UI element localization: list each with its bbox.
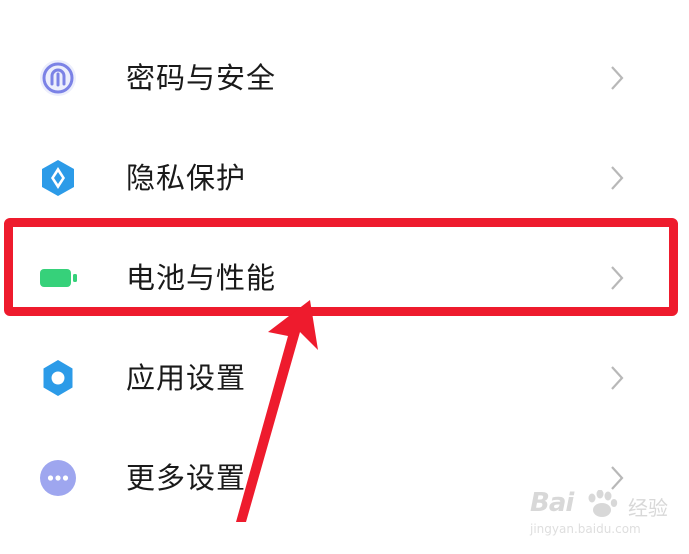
battery-icon [38, 258, 78, 298]
settings-screen: 密码与安全 隐私保护 电池与性能 应用设置 更多设置 Bai 经验 jingya… [0, 0, 689, 554]
settings-item-privacy[interactable]: 隐私保护 [0, 128, 689, 228]
settings-item-label: 更多设置 [126, 461, 247, 495]
settings-item-label: 隐私保护 [126, 161, 247, 195]
more-dots-icon [38, 458, 78, 498]
fingerprint-icon [38, 58, 78, 98]
settings-item-label: 密码与安全 [126, 61, 277, 95]
chevron-right-icon [607, 64, 627, 92]
settings-item-password-security[interactable]: 密码与安全 [0, 28, 689, 128]
chevron-right-icon [607, 164, 627, 192]
chevron-right-icon [607, 364, 627, 392]
watermark: Bai 经验 jingyan.baidu.com [530, 488, 680, 548]
watermark-brand: Bai [530, 488, 574, 518]
settings-item-label: 应用设置 [126, 361, 247, 395]
privacy-shield-icon [38, 158, 78, 198]
gear-icon [38, 358, 78, 398]
settings-item-battery-performance[interactable]: 电池与性能 [0, 228, 689, 328]
paw-icon [588, 490, 618, 517]
settings-item-label: 电池与性能 [126, 261, 277, 295]
settings-item-app-settings[interactable]: 应用设置 [0, 328, 689, 428]
watermark-tag: 经验 [628, 496, 668, 520]
chevron-right-icon [607, 264, 627, 292]
watermark-url: jingyan.baidu.com [530, 522, 641, 536]
